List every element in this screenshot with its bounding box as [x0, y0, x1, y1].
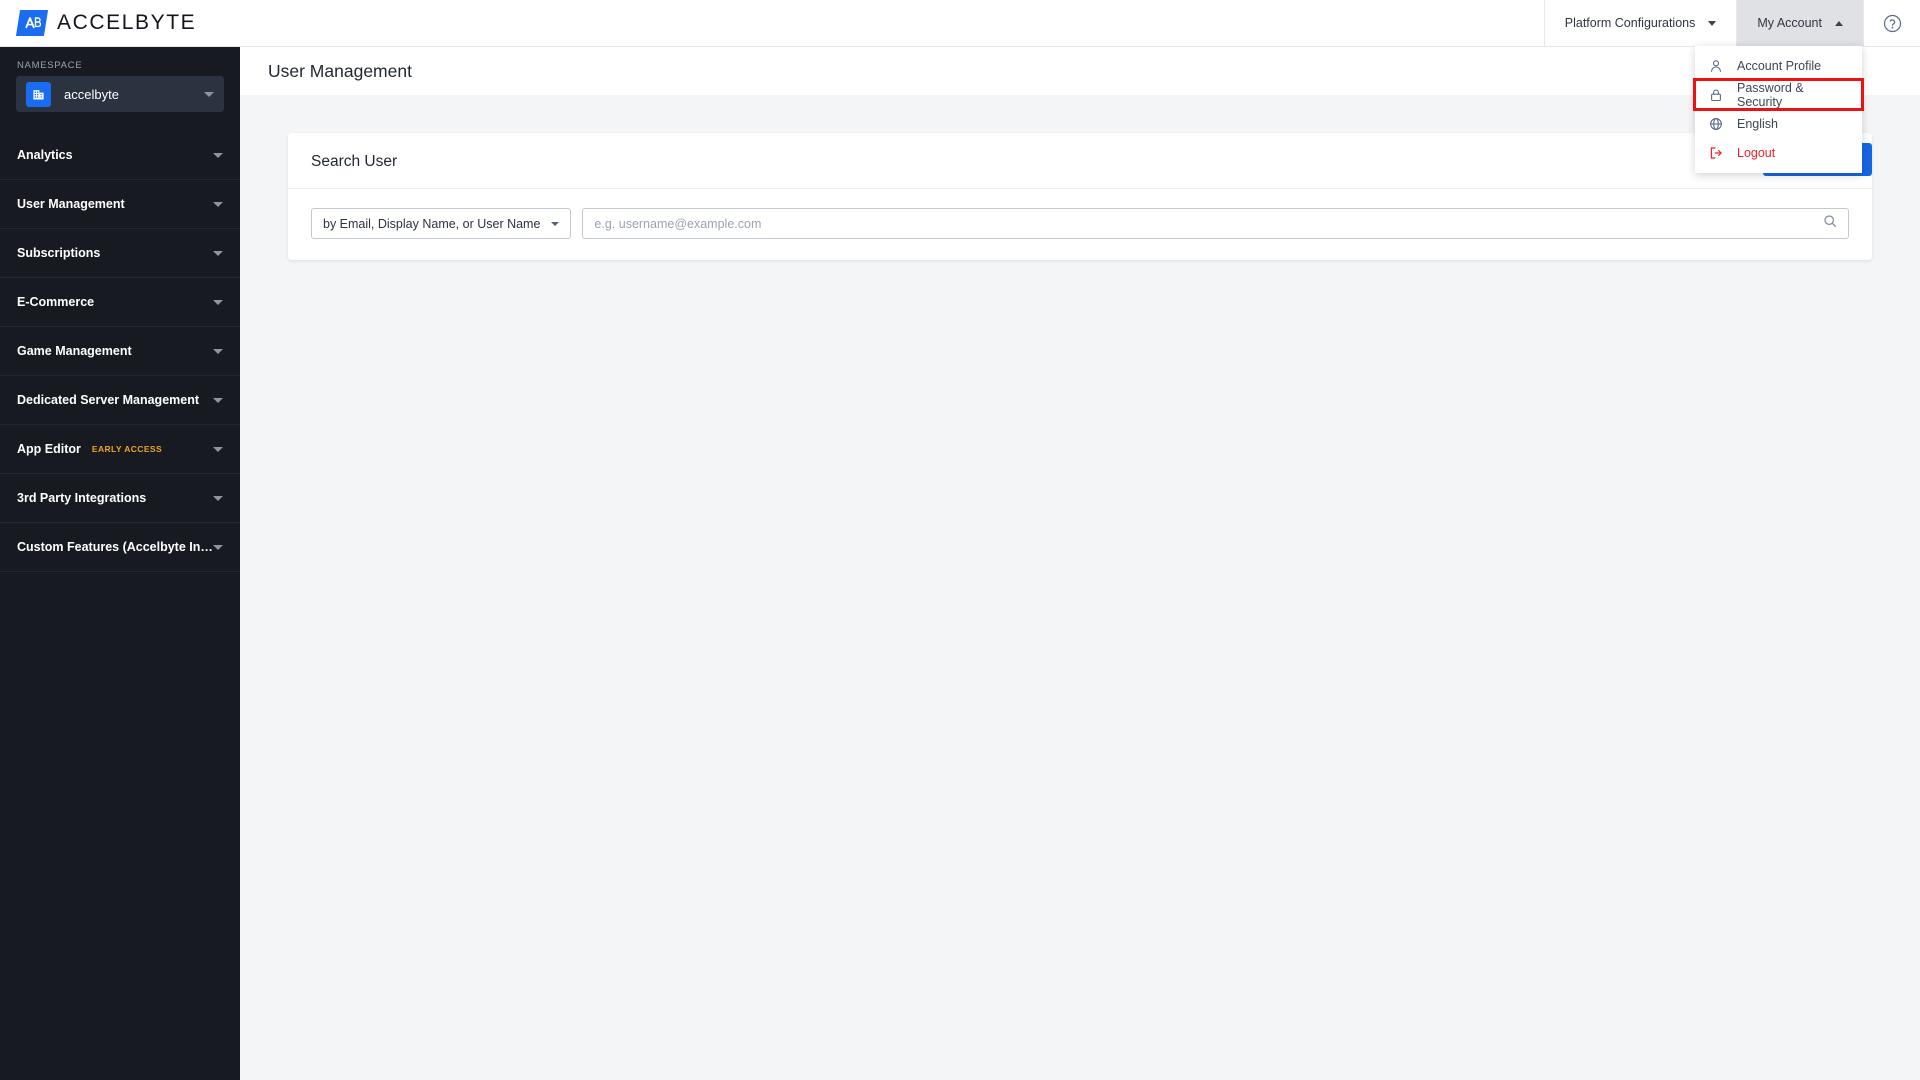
menu-item-account-profile[interactable]: Account Profile [1695, 51, 1862, 80]
building-icon [26, 81, 51, 107]
chevron-down-icon [213, 397, 223, 403]
sidebar-item-user-management[interactable]: User Management [0, 180, 240, 229]
chevron-down-icon [213, 250, 223, 256]
magnifier-icon[interactable] [1823, 214, 1837, 233]
main-content: + Invite User Search User by Email, Disp… [240, 95, 1920, 1080]
chevron-down-icon [213, 299, 223, 305]
chevron-down-icon [1708, 20, 1717, 26]
sidebar-item-label: Analytics [17, 148, 73, 162]
top-nav: Platform Configurations My Account [1543, 0, 1920, 46]
top-bar: ACCELBYTE Platform Configurations My Acc… [0, 0, 1920, 47]
namespace-selector[interactable]: accelbyte [16, 76, 224, 112]
sidebar-item-label: Game Management [17, 344, 132, 358]
sidebar-item-label: User Management [17, 197, 125, 211]
chevron-down-icon [213, 544, 223, 550]
chevron-down-icon [204, 91, 214, 97]
sidebar-item-label: App Editor [17, 442, 81, 456]
sidebar-item-label: Subscriptions [17, 246, 101, 260]
sidebar-item-label: E-Commerce [17, 295, 95, 309]
platform-configurations-menu[interactable]: Platform Configurations [1543, 0, 1737, 46]
early-access-badge: EARLY ACCESS [91, 444, 163, 454]
logout-icon [1708, 145, 1724, 161]
help-circle-icon [1883, 14, 1901, 32]
chevron-down-icon [213, 201, 223, 207]
chevron-down-icon [213, 152, 223, 158]
sidebar-item-label: Custom Features (Accelbyte In… [17, 540, 213, 554]
page-title: User Management [268, 60, 412, 81]
search-user-card-header: Search User [288, 133, 1872, 189]
top-bar-spacer [240, 0, 1544, 46]
platform-configurations-label: Platform Configurations [1564, 16, 1696, 30]
search-input-wrapper[interactable] [582, 208, 1849, 239]
search-input[interactable] [594, 216, 1823, 231]
menu-item-password-security[interactable]: Password & Security [1693, 78, 1864, 111]
menu-item-language[interactable]: English [1695, 109, 1862, 138]
sidebar-item-custom-features[interactable]: Custom Features (Accelbyte In… [0, 523, 240, 572]
account-dropdown-menu: Account Profile Password & Security Engl… [1693, 46, 1864, 173]
search-user-card: Search User by Email, Display Name, or U… [288, 133, 1872, 260]
my-account-label: My Account [1757, 16, 1822, 30]
accelbyte-logo-icon [15, 10, 49, 36]
person-icon [1708, 58, 1724, 74]
brand-name: ACCELBYTE [57, 11, 197, 34]
sidebar: NAMESPACE accelbyte Analytics User Manag… [0, 47, 240, 1080]
search-user-title: Search User [311, 153, 398, 170]
sidebar-item-e-commerce[interactable]: E-Commerce [0, 278, 240, 327]
search-filter-value: by Email, Display Name, or User Name [323, 216, 541, 231]
chevron-down-icon [213, 495, 223, 501]
namespace-label: NAMESPACE [17, 60, 83, 71]
brand-logo[interactable]: ACCELBYTE [0, 0, 240, 46]
sidebar-item-dedicated-server-management[interactable]: Dedicated Server Management [0, 376, 240, 425]
globe-icon [1708, 116, 1724, 132]
page-header: User Management [240, 47, 1920, 95]
chevron-down-icon [551, 221, 560, 226]
sidebar-item-label: 3rd Party Integrations [17, 491, 147, 505]
my-account-menu[interactable]: My Account [1736, 0, 1863, 46]
sidebar-item-label: Dedicated Server Management [17, 393, 200, 407]
menu-item-label: Logout [1737, 145, 1776, 160]
sidebar-item-app-editor[interactable]: App Editor EARLY ACCESS [0, 425, 240, 474]
sidebar-item-game-management[interactable]: Game Management [0, 327, 240, 376]
search-user-card-body: by Email, Display Name, or User Name [288, 189, 1872, 260]
chevron-down-icon [213, 446, 223, 452]
lock-icon [1708, 87, 1724, 103]
menu-item-label: English [1737, 116, 1778, 131]
menu-item-label: Password & Security [1737, 80, 1804, 109]
namespace-value: accelbyte [64, 86, 119, 102]
search-filter-select[interactable]: by Email, Display Name, or User Name [311, 208, 572, 239]
menu-item-label: Account Profile [1737, 58, 1822, 73]
sidebar-item-subscriptions[interactable]: Subscriptions [0, 229, 240, 278]
help-button[interactable] [1863, 0, 1920, 46]
menu-item-logout[interactable]: Logout [1695, 138, 1862, 167]
chevron-up-icon [1835, 20, 1843, 26]
sidebar-item-analytics[interactable]: Analytics [0, 131, 240, 180]
chevron-down-icon [213, 348, 223, 354]
sidebar-item-3rd-party-integrations[interactable]: 3rd Party Integrations [0, 474, 240, 523]
sidebar-nav-list: Analytics User Management Subscriptions … [0, 131, 240, 572]
